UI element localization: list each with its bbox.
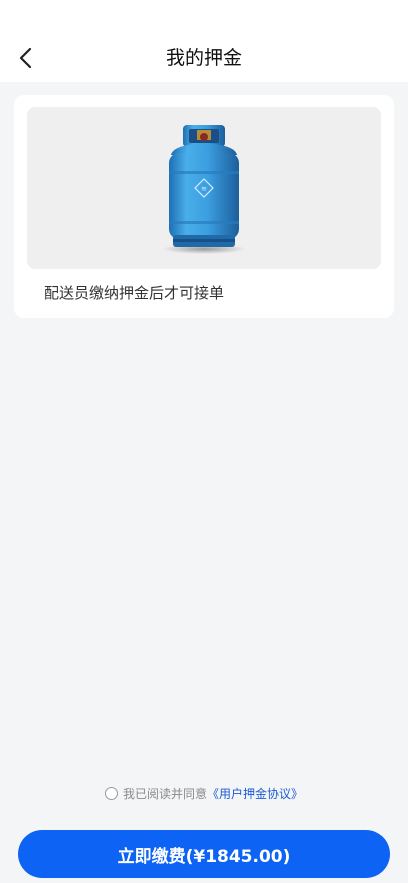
- deposit-card: ≋ 配送员缴纳押金后才可接单: [14, 95, 394, 318]
- product-image-frame: ≋: [27, 107, 381, 269]
- agreement-checkbox[interactable]: [104, 786, 118, 800]
- pay-now-button[interactable]: 立即缴费(¥1845.00): [18, 830, 390, 878]
- nav-bar: 我的押金: [0, 0, 408, 82]
- deposit-requirement-text: 配送员缴纳押金后才可接单: [44, 284, 225, 302]
- agreement-text: 我已阅读并同意: [122, 786, 207, 801]
- svg-text:≋: ≋: [201, 185, 207, 193]
- app-screen: 我的押金 ≋ 配送员缴纳押金后才可接单 我已阅读并同意 《用户押金协议》 立即缴…: [0, 0, 408, 883]
- page-title: 我的押金: [165, 47, 242, 69]
- gas-cylinder-image: ≋: [162, 125, 246, 254]
- agreement-link[interactable]: 《用户押金协议》: [207, 785, 303, 802]
- agreement-row: 我已阅读并同意 《用户押金协议》: [0, 783, 408, 803]
